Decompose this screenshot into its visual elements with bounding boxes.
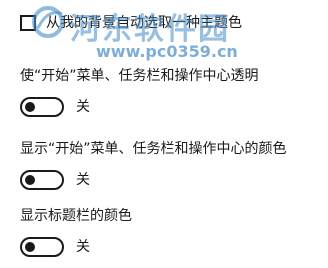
transparency-title: 使“开始”菜单、任务栏和操作中心透明 — [20, 68, 259, 84]
auto-accent-label: 从我的背景自动选取一种主题色 — [46, 15, 242, 31]
transparency-toggle[interactable] — [20, 97, 64, 117]
title-bar-color-toggle[interactable] — [20, 237, 64, 257]
title-bar-color-title: 显示标题栏的颜色 — [20, 208, 132, 224]
start-taskbar-color-toggle-row: 关 — [20, 169, 320, 191]
auto-accent-checkbox[interactable] — [20, 15, 36, 31]
toggle-knob — [25, 102, 35, 112]
start-taskbar-color-setting: 显示“开始”菜单、任务栏和操作中心的颜色 关 — [20, 139, 320, 191]
title-bar-color-setting: 显示标题栏的颜色 关 — [20, 206, 320, 258]
title-bar-color-toggle-row: 关 — [20, 236, 320, 258]
start-taskbar-color-title: 显示“开始”菜单、任务栏和操作中心的颜色 — [20, 141, 287, 157]
start-taskbar-color-toggle[interactable] — [20, 170, 64, 190]
toggle-knob — [25, 242, 35, 252]
auto-accent-color-option[interactable]: 从我的背景自动选取一种主题色 — [20, 12, 242, 34]
start-taskbar-color-state: 关 — [76, 172, 90, 188]
transparency-state: 关 — [76, 99, 90, 115]
toggle-knob — [25, 175, 35, 185]
title-bar-color-state: 关 — [76, 239, 90, 255]
transparency-setting: 使“开始”菜单、任务栏和操作中心透明 关 — [20, 66, 320, 118]
transparency-toggle-row: 关 — [20, 96, 320, 118]
watermark-url: www.pc0359.cn — [96, 42, 238, 61]
